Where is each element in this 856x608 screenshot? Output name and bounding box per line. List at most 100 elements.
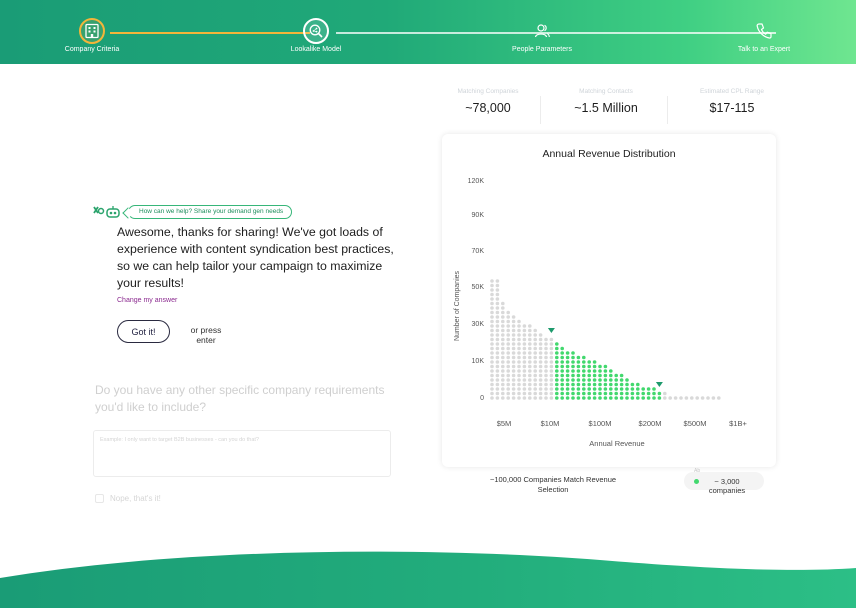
chart-dot xyxy=(560,355,564,360)
chart-dot xyxy=(598,391,602,396)
chart-dot xyxy=(528,328,532,333)
chart-dot xyxy=(609,373,613,378)
chart-dot xyxy=(690,396,694,400)
chart-dot xyxy=(490,396,494,400)
nope-checkbox-row[interactable]: Nope, that's it! xyxy=(95,494,161,503)
chart-dot xyxy=(538,355,543,360)
chart-dot xyxy=(630,387,635,391)
chart-dot xyxy=(571,387,575,391)
chart-dot xyxy=(603,382,608,387)
chart-dot xyxy=(501,306,505,310)
chart-dot xyxy=(517,373,521,378)
stat-value: ~78,000 xyxy=(465,101,511,115)
chart-dot xyxy=(511,373,516,378)
chart-dot xyxy=(544,387,548,391)
y-tick-label: 10K xyxy=(472,358,485,365)
chart-dot xyxy=(592,369,597,373)
chart-dot xyxy=(582,382,586,387)
chart-dot xyxy=(495,297,500,301)
chart-dot xyxy=(630,382,635,387)
chart-dot xyxy=(571,373,575,378)
chart-dot xyxy=(598,378,602,382)
chart-dot xyxy=(630,391,635,396)
chart-dot xyxy=(538,351,543,355)
chart-dot xyxy=(576,387,581,391)
nope-label: Nope, that's it! xyxy=(110,494,161,503)
next-question-text: Do you have any other specific company r… xyxy=(95,383,385,414)
chart-dot xyxy=(625,396,629,400)
chart-dot xyxy=(576,382,581,387)
chart-dot xyxy=(501,369,505,373)
chart-dot xyxy=(490,306,494,310)
y-tick-label: 90K xyxy=(472,212,485,219)
chart-dot xyxy=(495,337,500,342)
chart-dot xyxy=(533,391,537,396)
chart-dot xyxy=(592,387,597,391)
chart-dot xyxy=(517,319,521,324)
chart-dot xyxy=(544,364,548,369)
chart-dot xyxy=(517,342,521,346)
got-it-button[interactable]: Got it! xyxy=(117,320,170,343)
chart-dot xyxy=(598,373,602,378)
change-answer-link[interactable]: Change my answer xyxy=(117,297,177,304)
chart-dot xyxy=(636,396,640,400)
people-icon xyxy=(529,18,555,44)
chart-dot xyxy=(619,387,624,391)
search-network-icon xyxy=(303,18,329,44)
y-tick-label: 120K xyxy=(468,178,485,185)
chart-dot xyxy=(495,382,500,387)
chart-dot xyxy=(495,373,500,378)
chart-dot xyxy=(495,364,500,369)
stat-label: Matching Companies xyxy=(457,88,519,95)
chart-dot xyxy=(533,382,537,387)
chart-dot xyxy=(522,364,527,369)
chart-dot xyxy=(544,337,548,342)
chart-dot xyxy=(582,355,586,360)
chart-dot xyxy=(533,387,537,391)
chart-dot xyxy=(549,378,554,382)
chart-dot xyxy=(576,373,581,378)
chart-dot xyxy=(544,342,548,346)
chart-dot xyxy=(592,360,597,364)
chart-dot xyxy=(630,396,635,400)
requirements-textarea[interactable]: Example: I only want to target B2B busin… xyxy=(93,430,391,477)
chart-dot xyxy=(538,333,543,337)
chart-dot xyxy=(609,391,613,396)
chart-dot xyxy=(695,396,699,400)
chart-dot xyxy=(609,378,613,382)
chart-dot xyxy=(506,373,510,378)
chart-dot xyxy=(522,391,527,396)
chart-dot xyxy=(501,333,505,337)
nope-checkbox[interactable] xyxy=(95,494,104,503)
chart-dot xyxy=(511,351,516,355)
chart-dot xyxy=(490,301,494,306)
chart-dot xyxy=(587,391,591,396)
chart-dot xyxy=(619,382,624,387)
chart-dot xyxy=(528,378,532,382)
chart-dot xyxy=(538,369,543,373)
chart-dot xyxy=(517,369,521,373)
chart-dot xyxy=(603,369,608,373)
chart-dot xyxy=(511,342,516,346)
chart-dot xyxy=(646,396,651,400)
chart-dot xyxy=(522,342,527,346)
chart-dot xyxy=(495,391,500,396)
stat-matching-contacts: Matching Contacts ~1.5 Million xyxy=(558,88,654,115)
chart-dot xyxy=(495,315,500,319)
chart-dot xyxy=(625,382,629,387)
chart-dot xyxy=(506,328,510,333)
stat-divider xyxy=(667,96,668,124)
chart-dot xyxy=(522,382,527,387)
chart-dot xyxy=(495,310,500,315)
chart-dot xyxy=(555,396,559,400)
building-icon xyxy=(79,18,105,44)
chart-dot xyxy=(614,382,618,387)
footer-wave xyxy=(0,551,856,608)
revenue-chart[interactable]: Annual Revenue Distribution 0 10K 30K 50K 70K… xyxy=(442,134,776,467)
chart-dot xyxy=(700,396,705,400)
chart-dot xyxy=(501,351,505,355)
chart-dot xyxy=(538,378,543,382)
chart-dot xyxy=(506,315,510,319)
chart-dot xyxy=(576,355,581,360)
chart-dot xyxy=(565,373,570,378)
